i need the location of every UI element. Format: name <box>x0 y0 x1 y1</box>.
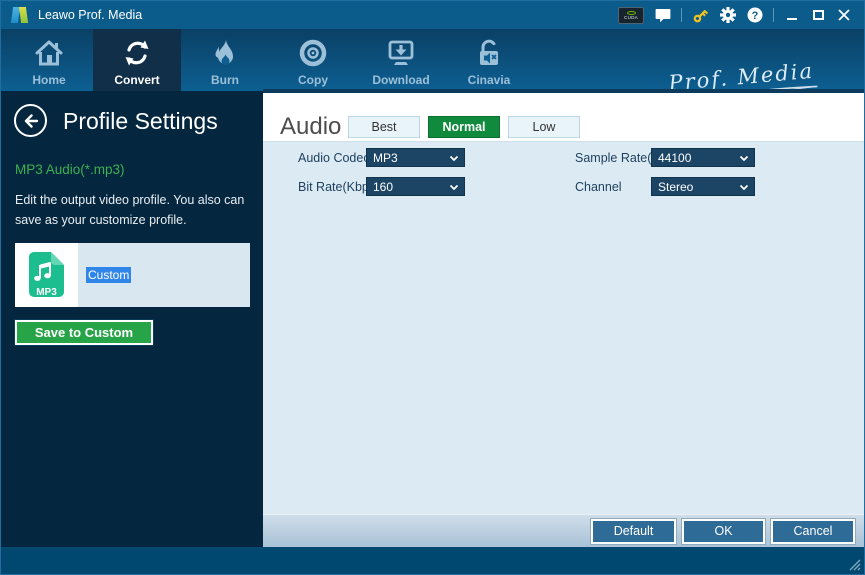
titlebar: Leawo Prof. Media CUDA <box>1 1 864 29</box>
minimize-icon <box>787 18 797 20</box>
convert-icon <box>122 38 152 68</box>
close-button[interactable] <box>836 6 852 24</box>
dialog-footer: Default OK Cancel <box>263 514 864 547</box>
profile-name-input[interactable]: Custom <box>86 267 131 283</box>
cuda-badge[interactable]: CUDA <box>618 7 644 24</box>
maximize-icon <box>813 10 824 20</box>
profile-card-icon-zone: MP3 <box>15 243 78 307</box>
audio-header: Audio Best Normal Low <box>263 93 864 142</box>
bit-rate-select[interactable]: 160 <box>366 177 465 196</box>
register-key-icon[interactable] <box>692 7 709 24</box>
nav-tab-download[interactable]: Download <box>357 29 445 91</box>
ok-button[interactable]: OK <box>682 519 765 544</box>
profile-card-name-zone: Custom <box>78 243 250 307</box>
panel-title: Profile Settings <box>63 108 218 135</box>
minimize-button[interactable] <box>784 6 800 24</box>
audio-codec-select[interactable]: MP3 <box>366 148 465 167</box>
profile-description: Edit the output video profile. You also … <box>15 190 251 230</box>
window-title: Leawo Prof. Media <box>38 8 142 22</box>
cinavia-unlock-icon <box>474 38 504 68</box>
download-icon <box>386 38 416 68</box>
quality-best-button[interactable]: Best <box>348 116 420 138</box>
default-button[interactable]: Default <box>591 519 676 544</box>
burn-flame-icon <box>210 38 240 68</box>
home-icon <box>34 38 64 68</box>
svg-text:MP3: MP3 <box>36 287 57 298</box>
main-navigation: Home Convert Burn Co <box>1 29 864 91</box>
cancel-button[interactable]: Cancel <box>771 519 855 544</box>
feedback-bubble-icon[interactable] <box>654 7 671 24</box>
back-button[interactable] <box>14 104 47 137</box>
titlebar-separator <box>773 8 774 22</box>
nav-tab-cinavia[interactable]: Cinavia <box>445 29 533 91</box>
audio-settings-form: Audio Codec MP3 Sample Rate(Hz) 44100 Bi… <box>263 142 864 514</box>
svg-text:?: ? <box>751 10 758 22</box>
help-icon[interactable]: ? <box>746 7 763 24</box>
quality-normal-button[interactable]: Normal <box>428 116 500 138</box>
channel-select[interactable]: Stereo <box>651 177 755 196</box>
titlebar-separator <box>681 8 682 22</box>
close-icon <box>838 9 850 21</box>
quality-low-button[interactable]: Low <box>508 116 580 138</box>
nav-tab-burn[interactable]: Burn <box>181 29 269 91</box>
audio-codec-label: Audio Codec <box>298 151 370 165</box>
resize-grip[interactable] <box>847 557 861 571</box>
chevron-down-icon <box>449 155 459 162</box>
nav-tab-convert[interactable]: Convert <box>93 29 181 91</box>
profile-card[interactable]: MP3 Custom <box>15 243 250 307</box>
chevron-down-icon <box>739 184 749 191</box>
current-profile-name: MP3 Audio(*.mp3) <box>15 162 125 177</box>
quality-selector: Best Normal Low <box>348 116 580 138</box>
app-logo-icon <box>10 6 30 24</box>
app-window: Leawo Prof. Media CUDA <box>0 0 865 575</box>
audio-settings-panel: Audio Best Normal Low Audio Codec MP3 Sa… <box>263 89 864 547</box>
back-arrow-icon <box>22 112 40 130</box>
copy-disc-icon <box>298 38 328 68</box>
settings-gear-icon[interactable] <box>719 7 736 24</box>
sample-rate-select[interactable]: 44100 <box>651 148 755 167</box>
save-to-custom-button[interactable]: Save to Custom <box>15 320 153 345</box>
channel-label: Channel <box>575 180 622 194</box>
nav-tab-copy[interactable]: Copy <box>269 29 357 91</box>
maximize-button[interactable] <box>810 6 826 24</box>
section-title: Audio <box>280 113 341 141</box>
status-strip <box>1 547 864 574</box>
mp3-file-icon: MP3 <box>24 250 69 300</box>
chevron-down-icon <box>739 155 749 162</box>
chevron-down-icon <box>449 184 459 191</box>
nav-tab-home[interactable]: Home <box>5 29 93 91</box>
profile-settings-panel: Profile Settings MP3 Audio(*.mp3) Edit t… <box>1 91 263 547</box>
